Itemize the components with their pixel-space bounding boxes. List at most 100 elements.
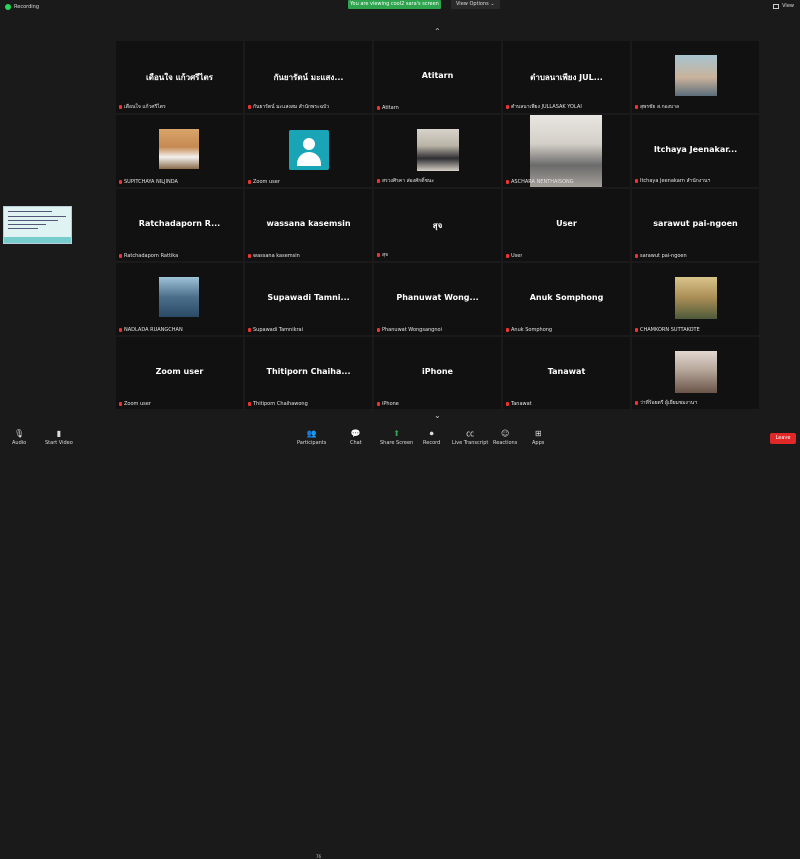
participant-tile[interactable]: Atitarn Atitarn [374,41,501,113]
participant-name-label: สรวงศิรคา ส่องศักดิ์ชนะ [377,177,434,185]
view-button[interactable]: View [773,3,794,9]
share-screen-label: Share Screen [380,440,414,446]
apps-button[interactable]: ⊞ Apps [532,429,544,447]
muted-microphone-icon [377,402,380,406]
participant-tile[interactable]: NADLADA RUANGCHAN [116,263,243,335]
participant-name-text: ตำบลนาเพียง JULLASAK YOLAI [511,104,582,110]
participant-video [675,277,717,319]
participant-tile[interactable]: CHAMKORN SUTTAKOTE [632,263,759,335]
muted-microphone-icon [119,402,122,406]
participant-video [159,129,199,169]
participant-tile[interactable]: ว่าที่ร้อยตรี ผู้เยี่ยมชมงานฯ [632,337,759,409]
participant-name-label: Thitiporn Chaihawong [248,401,308,407]
participant-tile[interactable]: ตำบลนาเพียง JUL... ตำบลนาเพียง JULLASAK Y… [503,41,630,113]
participant-video [159,277,199,317]
microphone-icon: 🎙 [14,429,25,438]
participant-name-label: Phanuwat Wongsangnoi [377,327,442,333]
participants-label: Participants [297,440,327,446]
participant-display-name: Zoom user [155,367,204,376]
participant-tile[interactable]: User User [503,189,630,261]
participant-tile[interactable]: iPhone iPhone [374,337,501,409]
scroll-down-icon[interactable]: ⌄ [434,412,441,420]
default-avatar-icon [289,130,329,170]
participant-tile[interactable]: Itchaya Jeenakar... Itchaya Jeenakarn สำน… [632,115,759,187]
participant-name-text: Itchaya Jeenakarn สำนักงานฯ [640,178,711,184]
record-label: Record [423,440,441,446]
viewing-screen-banner: You are viewing cool2 sara's screen [348,0,441,9]
participant-display-name: สุจ [432,221,443,230]
chat-button[interactable]: 💬 Chat [350,430,362,447]
participant-display-name: Phanuwat Wong... [396,293,479,302]
muted-microphone-icon [119,105,122,109]
participant-tile[interactable]: Thitiporn Chaiha... Thitiporn Chaihawong [245,337,372,409]
muted-microphone-icon [248,180,251,184]
shared-screen-thumbnail[interactable] [3,206,72,244]
participant-name-label: ASCHARA NENTHAISONG [506,179,574,185]
participant-name-text: CHAMKORN SUTTAKOTE [640,327,700,333]
participant-tile[interactable]: Zoom user Zoom user [116,337,243,409]
participant-name-text: Phanuwat Wongsangnoi [382,327,442,333]
scroll-up-icon[interactable]: ⌃ [434,28,441,36]
participant-name-label: Tanawat [506,401,532,407]
smiley-icon: ☺ [500,429,510,438]
participant-tile[interactable]: สรวงศิรคา ส่องศักดิ์ชนะ [374,115,501,187]
participant-name-label: Anuk Somphong [506,327,552,333]
participant-name-label: Itchaya Jeenakarn สำนักงานฯ [635,177,710,185]
muted-microphone-icon [119,328,122,332]
participant-tile[interactable]: Anuk Somphong Anuk Somphong [503,263,630,335]
participant-tile[interactable]: ASCHARA NENTHAISONG [503,115,630,187]
participant-name-label: NADLADA RUANGCHAN [119,327,183,333]
apps-icon: ⊞ [534,429,542,438]
participant-name-text: Supawadi Tamnikrai [253,327,304,333]
muted-microphone-icon [248,402,251,406]
muted-microphone-icon [248,328,251,332]
participant-display-name: เดือนใจ แก้วศรีไตร [146,73,213,82]
audio-button[interactable]: 🎙 Audio [12,429,26,447]
participant-name-label: ว่าที่ร้อยตรี ผู้เยี่ยมชมงานฯ [635,399,697,407]
participant-display-name: กันยารัตน์ มะแสง... [273,73,344,82]
view-options-button[interactable]: View Options ⌄ [451,0,500,9]
participant-display-name: Atitarn [421,71,454,80]
participant-tile[interactable]: กันยารัตน์ มะแสง... กันยารัตน์ มะแสงสม สำ… [245,41,372,113]
start-video-button[interactable]: ▮ Start Video [45,430,73,447]
participant-display-name: ตำบลนาเพียง JUL... [530,73,603,82]
participants-button[interactable]: 👥 Participants [297,430,327,447]
muted-microphone-icon [635,254,638,258]
record-button[interactable]: ⏺ Record [423,430,441,447]
participant-tile[interactable]: สุจ สุจ [374,189,501,261]
muted-microphone-icon [248,105,251,109]
participant-name-text: Zoom user [253,179,280,185]
participant-tile[interactable]: Phanuwat Wong... Phanuwat Wongsangnoi [374,263,501,335]
participant-tile[interactable]: wassana kasemsin wassana kasemsin [245,189,372,261]
participant-name-label: Atitarn [377,105,399,111]
participant-name-text: Thitiporn Chaihawong [253,401,308,407]
participant-name-text: Ratchadaporn Rattika [124,253,179,259]
participant-name-label: เดือนใจ แก้วศรีไตร [119,103,166,111]
participant-name-label: Zoom user [119,401,151,407]
participant-name-label: ตำบลนาเพียง JULLASAK YOLAI [506,103,582,111]
view-options-label: View Options [456,1,489,7]
participant-name-text: กันยารัตน์ มะแสงสม สำนักพระฉบัว [253,104,330,110]
participant-name-text: iPhone [382,401,399,407]
muted-microphone-icon [119,254,122,258]
recording-indicator[interactable]: Recording [5,4,39,10]
participant-name-label: Ratchadaporn Rattika [119,253,178,259]
participant-tile[interactable]: Zoom user [245,115,372,187]
participant-tile[interactable]: Supawadi Tamni... Supawadi Tamnikrai [245,263,372,335]
participant-tile[interactable]: Ratchadaporn R... Ratchadaporn Rattika [116,189,243,261]
leave-button[interactable]: Leave [770,433,796,444]
muted-microphone-icon [635,401,638,405]
live-transcript-button[interactable]: ㏄ Live Transcript [452,430,488,447]
share-screen-button[interactable]: ⬆ Share Screen [380,430,414,447]
participant-tile[interactable]: SUPITCHAYA NILJINDA [116,115,243,187]
participant-name-label: สุพรชัย ส.กองบาล [635,103,679,111]
reactions-button[interactable]: ☺ Reactions [493,429,517,447]
participant-tile[interactable]: เดือนใจ แก้วศรีไตร เดือนใจ แก้วศรีไตร [116,41,243,113]
recording-label: Recording [14,4,40,10]
muted-microphone-icon [248,254,251,258]
participant-display-name: Anuk Somphong [529,293,604,302]
participant-name-text: Tanawat [511,401,532,407]
participant-tile[interactable]: Tanawat Tanawat [503,337,630,409]
participant-tile[interactable]: สุพรชัย ส.กองบาล [632,41,759,113]
participant-tile[interactable]: sarawut pai-ngoen sarawut pai-ngoen [632,189,759,261]
